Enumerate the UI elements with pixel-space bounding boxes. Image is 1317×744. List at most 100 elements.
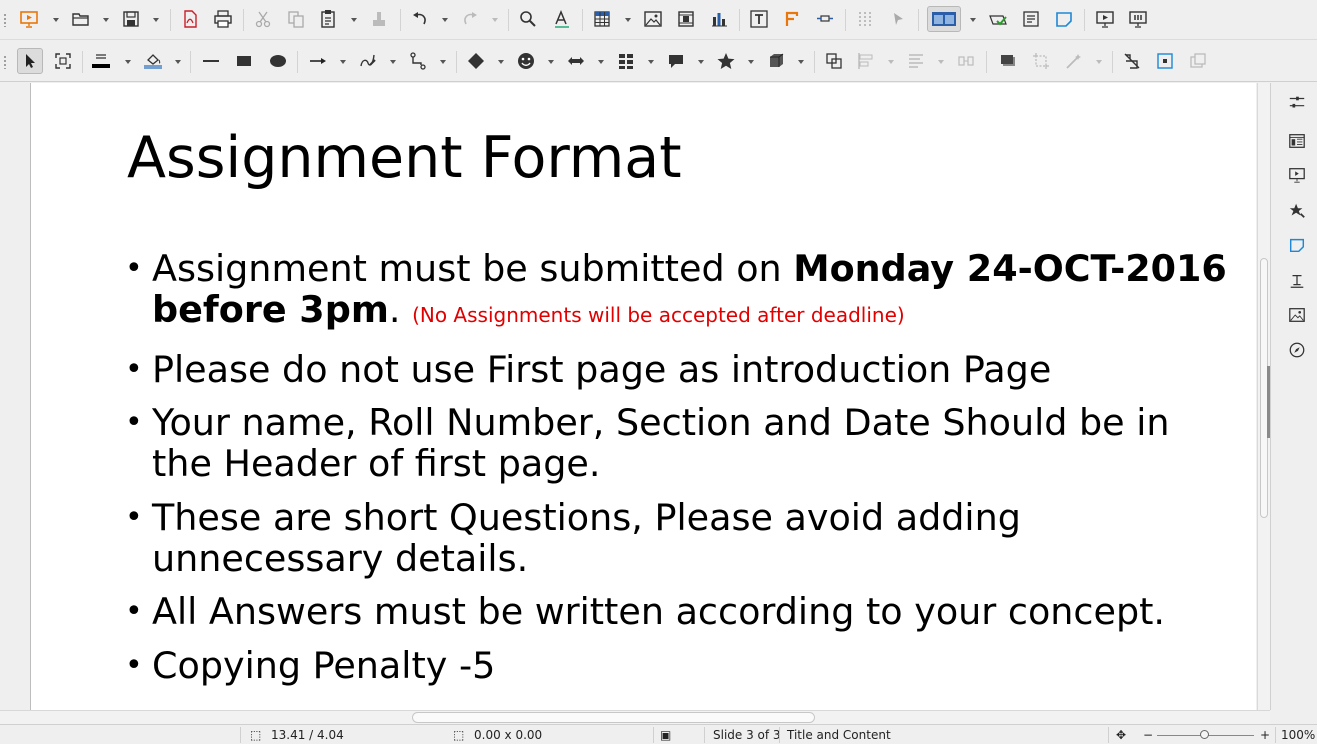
- print-icon[interactable]: [210, 6, 236, 32]
- callouts-icon[interactable]: [663, 48, 689, 74]
- slide-layout-icon[interactable]: [1018, 6, 1044, 32]
- media-icon[interactable]: [673, 6, 699, 32]
- filter-dropdown[interactable]: [1095, 58, 1102, 65]
- slide-workspace[interactable]: Assignment Format Assignment must be sub…: [0, 83, 1257, 710]
- arrange-dropdown[interactable]: [937, 58, 944, 65]
- open-icon[interactable]: [68, 6, 94, 32]
- select-icon[interactable]: [17, 48, 43, 74]
- slide-transition-icon[interactable]: [1285, 129, 1309, 153]
- lines-arrows-icon[interactable]: [305, 48, 331, 74]
- zoom-level[interactable]: 100%: [1281, 728, 1315, 742]
- table-dropdown[interactable]: [624, 16, 631, 23]
- symbol-shapes-icon[interactable]: [513, 48, 539, 74]
- bullet-item[interactable]: Please do not use First page as introduc…: [125, 349, 1235, 390]
- connectors-dropdown[interactable]: [439, 58, 446, 65]
- master-slides-icon[interactable]: [1285, 233, 1309, 257]
- open-dropdown[interactable]: [102, 16, 109, 23]
- start-first-icon[interactable]: [1092, 6, 1118, 32]
- display-views-icon[interactable]: [927, 6, 961, 32]
- fontwork-icon[interactable]: [779, 6, 805, 32]
- save-icon[interactable]: [118, 6, 144, 32]
- clone-formatting-icon[interactable]: [366, 6, 392, 32]
- flowchart-icon[interactable]: [613, 48, 639, 74]
- connectors-icon[interactable]: [405, 48, 431, 74]
- align-dropdown[interactable]: [887, 58, 894, 65]
- bullet-list[interactable]: Assignment must be submitted on Monday 2…: [125, 248, 1235, 698]
- rectangle-icon[interactable]: [231, 48, 257, 74]
- align-icon[interactable]: [853, 48, 879, 74]
- transformations-icon[interactable]: [821, 48, 847, 74]
- line-icon[interactable]: [198, 48, 224, 74]
- fields-icon[interactable]: [812, 6, 838, 32]
- copy-icon[interactable]: [283, 6, 309, 32]
- line-color-dropdown[interactable]: [124, 58, 131, 65]
- ellipse-icon[interactable]: [265, 48, 291, 74]
- glue-points-icon[interactable]: [1152, 48, 1178, 74]
- bullet-item[interactable]: These are short Questions, Please avoid …: [125, 497, 1235, 579]
- gallery-icon[interactable]: [1285, 269, 1309, 293]
- undo-dropdown[interactable]: [441, 16, 448, 23]
- textbox-icon[interactable]: [746, 6, 772, 32]
- fit-slide-icon[interactable]: ✥: [1116, 728, 1126, 742]
- stars-icon[interactable]: [713, 48, 739, 74]
- toolbar-grip[interactable]: [3, 13, 7, 27]
- vertical-scrollbar[interactable]: [1257, 83, 1271, 710]
- bullet-item[interactable]: Your name, Roll Number, Section and Date…: [125, 402, 1235, 484]
- basic-shapes-dropdown[interactable]: [497, 58, 504, 65]
- start-current-icon[interactable]: [1125, 6, 1151, 32]
- slide-title[interactable]: Assignment Format: [127, 125, 682, 191]
- document-modified-icon[interactable]: ▣: [660, 728, 671, 742]
- zoom-pan-icon[interactable]: [50, 48, 76, 74]
- shadow-icon[interactable]: [995, 48, 1021, 74]
- slideshow-dropdown[interactable]: [52, 16, 59, 23]
- zoom-in-icon[interactable]: +: [1260, 728, 1270, 742]
- flowchart-dropdown[interactable]: [647, 58, 654, 65]
- find-replace-icon[interactable]: [515, 6, 541, 32]
- fill-color-icon[interactable]: [140, 48, 166, 74]
- chart-icon[interactable]: [706, 6, 732, 32]
- line-color-icon[interactable]: [88, 48, 114, 74]
- 3d-objects-dropdown[interactable]: [797, 58, 804, 65]
- stars-dropdown[interactable]: [747, 58, 754, 65]
- toolbar-grip[interactable]: [3, 55, 7, 69]
- zoom-slider-handle[interactable]: [1200, 730, 1209, 739]
- redo-dropdown[interactable]: [491, 16, 498, 23]
- fill-color-dropdown[interactable]: [174, 58, 181, 65]
- table-icon[interactable]: [589, 6, 615, 32]
- show-draw-functions-icon[interactable]: [1185, 48, 1211, 74]
- image-gallery-icon[interactable]: [1285, 303, 1309, 327]
- bullet-item[interactable]: Copying Penalty -5: [125, 645, 1235, 686]
- slide-properties-icon[interactable]: [1051, 6, 1077, 32]
- horizontal-scroll-thumb[interactable]: [412, 712, 815, 723]
- properties-icon[interactable]: [1285, 91, 1309, 115]
- paste-dropdown[interactable]: [350, 16, 357, 23]
- save-dropdown[interactable]: [152, 16, 159, 23]
- animation-icon[interactable]: [1285, 163, 1309, 187]
- slide-canvas[interactable]: Assignment Format Assignment must be sub…: [30, 83, 1256, 710]
- image-icon[interactable]: [640, 6, 666, 32]
- slideshow-icon[interactable]: [16, 6, 42, 32]
- arrange-icon[interactable]: [903, 48, 929, 74]
- distribute-icon[interactable]: [953, 48, 979, 74]
- master-slide-icon[interactable]: [985, 6, 1011, 32]
- block-arrows-icon[interactable]: [563, 48, 589, 74]
- bullet-item[interactable]: Assignment must be submitted on Monday 2…: [125, 248, 1235, 336]
- block-arrows-dropdown[interactable]: [597, 58, 604, 65]
- display-views-dropdown[interactable]: [969, 16, 976, 23]
- navigator-icon[interactable]: [1285, 338, 1309, 362]
- toggle-extrusion-icon[interactable]: [1119, 48, 1145, 74]
- spelling-icon[interactable]: [549, 6, 575, 32]
- helplines-icon[interactable]: [885, 6, 911, 32]
- crop-icon[interactable]: [1028, 48, 1054, 74]
- curves-icon[interactable]: [355, 48, 381, 74]
- styles-icon[interactable]: [1285, 199, 1309, 223]
- lines-arrows-dropdown[interactable]: [339, 58, 346, 65]
- paste-icon[interactable]: [315, 6, 341, 32]
- callouts-dropdown[interactable]: [697, 58, 704, 65]
- undo-icon[interactable]: [407, 6, 433, 32]
- horizontal-scrollbar[interactable]: [0, 710, 1270, 724]
- grid-icon[interactable]: [852, 6, 878, 32]
- bullet-item[interactable]: All Answers must be written according to…: [125, 591, 1235, 632]
- filter-icon[interactable]: [1061, 48, 1087, 74]
- export-pdf-icon[interactable]: [177, 6, 203, 32]
